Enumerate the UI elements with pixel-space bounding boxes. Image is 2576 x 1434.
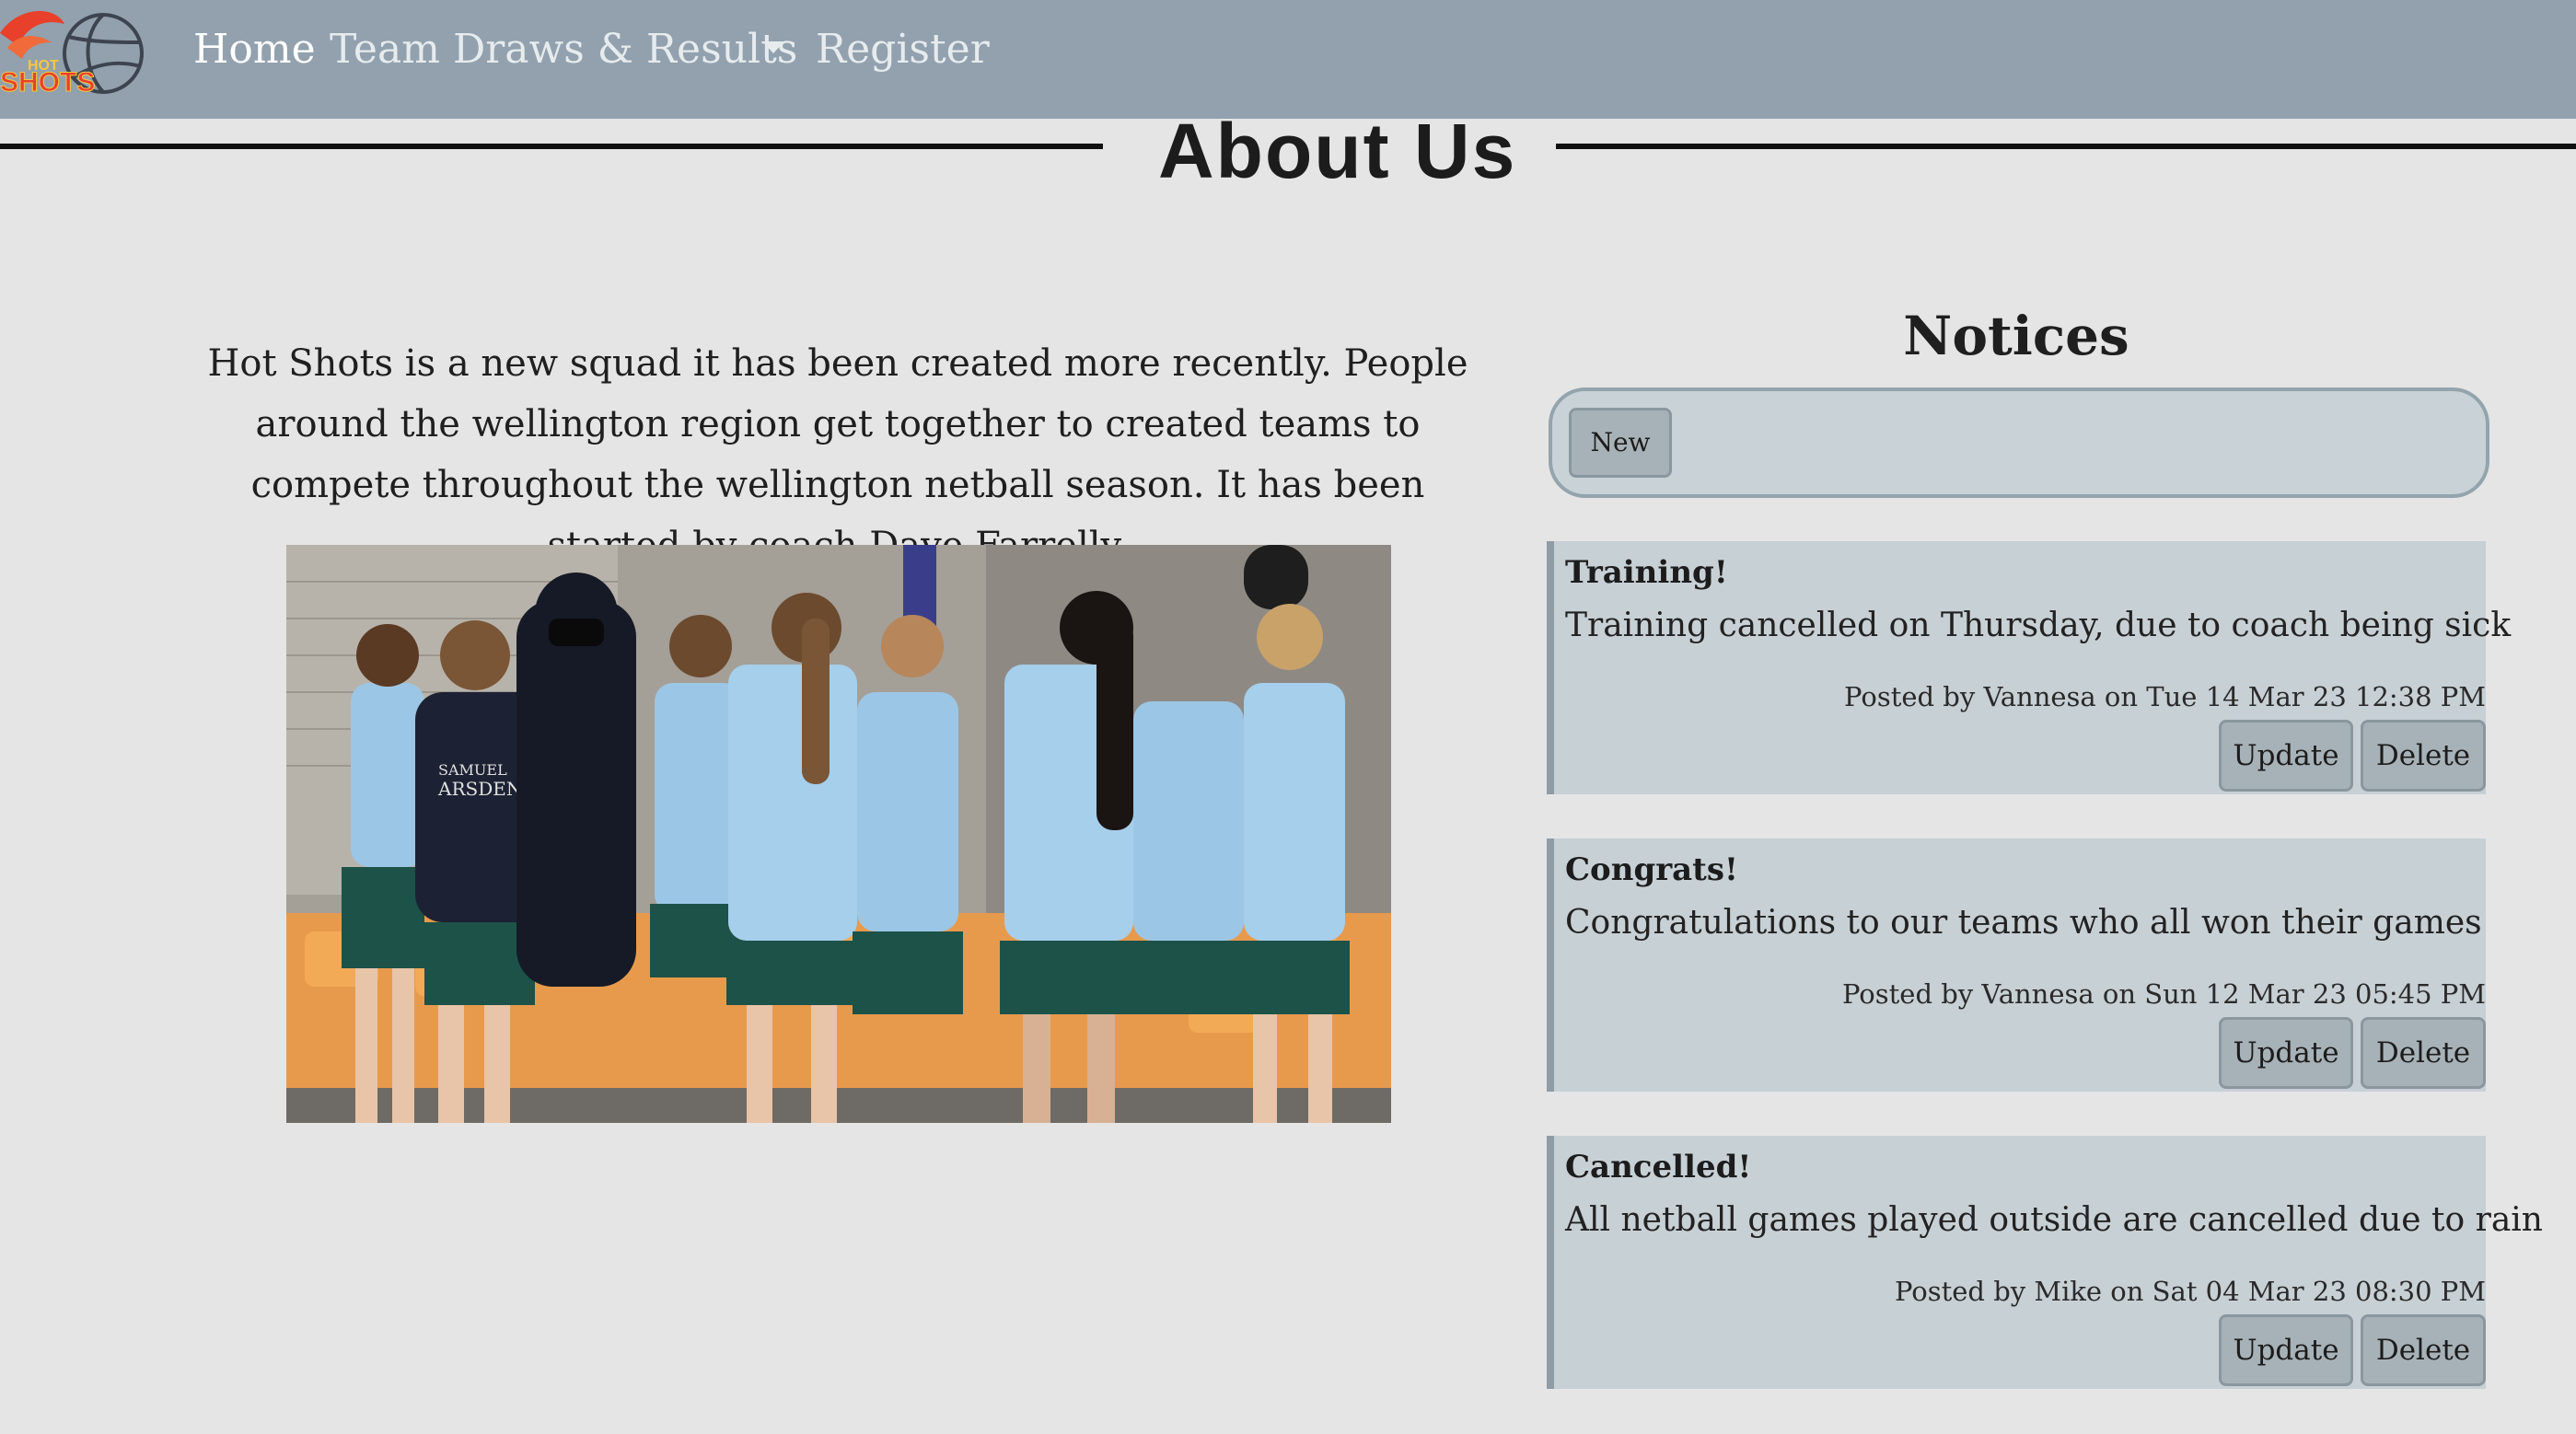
- notice-card: Congrats! Congratulations to our teams w…: [1547, 838, 2486, 1092]
- notice-meta: Posted by Mike on Sat 04 Mar 23 08:30 PM: [1894, 1276, 2486, 1307]
- notice-body: Training cancelled on Thursday, due to c…: [1565, 607, 2512, 644]
- hot-shots-logo[interactable]: HOT SHOTS: [0, 6, 147, 98]
- update-button[interactable]: Update: [2219, 1017, 2353, 1089]
- page-title: About Us: [1158, 108, 1517, 194]
- notice-title: Cancelled!: [1565, 1149, 1752, 1185]
- jersey-text-2: ARSDEN: [437, 778, 522, 800]
- new-notice-bar: New: [1549, 387, 2489, 498]
- notice-title: Training!: [1565, 554, 1728, 591]
- new-notice-button[interactable]: New: [1569, 408, 1672, 478]
- delete-button[interactable]: Delete: [2361, 720, 2486, 792]
- heading-rule-left: [0, 144, 1103, 149]
- logo-text-bottom: SHOTS: [0, 67, 95, 98]
- notice-body: Congratulations to our teams who all won…: [1565, 904, 2482, 942]
- team-photo: SAMUEL ARSDEN: [286, 545, 1391, 1123]
- nav-home[interactable]: Home: [193, 22, 316, 77]
- notices-title: Notices: [1903, 305, 2129, 367]
- notice-meta: Posted by Vannesa on Sun 12 Mar 23 05:45…: [1841, 978, 2486, 1010]
- update-button[interactable]: Update: [2219, 1314, 2353, 1386]
- nav-register[interactable]: Register: [816, 22, 990, 77]
- notice-title: Congrats!: [1565, 851, 1738, 888]
- notice-card: Training! Training cancelled on Thursday…: [1547, 541, 2511, 794]
- update-button[interactable]: Update: [2219, 720, 2353, 792]
- chevron-down-icon[interactable]: [762, 41, 784, 53]
- delete-button[interactable]: Delete: [2361, 1017, 2486, 1089]
- delete-button[interactable]: Delete: [2361, 1314, 2486, 1386]
- heading-rule-right: [1556, 144, 2576, 149]
- nav-team[interactable]: Team: [330, 22, 440, 77]
- nav-draws-results[interactable]: Draws & Results: [453, 22, 797, 77]
- about-paragraph: Hot Shots is a new squad it has been cre…: [207, 342, 1468, 567]
- notice-body: All netball games played outside are can…: [1565, 1201, 2543, 1239]
- notice-card: Cancelled! All netball games played outs…: [1547, 1136, 2543, 1389]
- notice-meta: Posted by Vannesa on Tue 14 Mar 23 12:38…: [1844, 681, 2486, 712]
- navbar: HOT SHOTS Home Team Draws & Results Regi…: [0, 0, 2576, 119]
- jersey-text-1: SAMUEL: [438, 761, 507, 779]
